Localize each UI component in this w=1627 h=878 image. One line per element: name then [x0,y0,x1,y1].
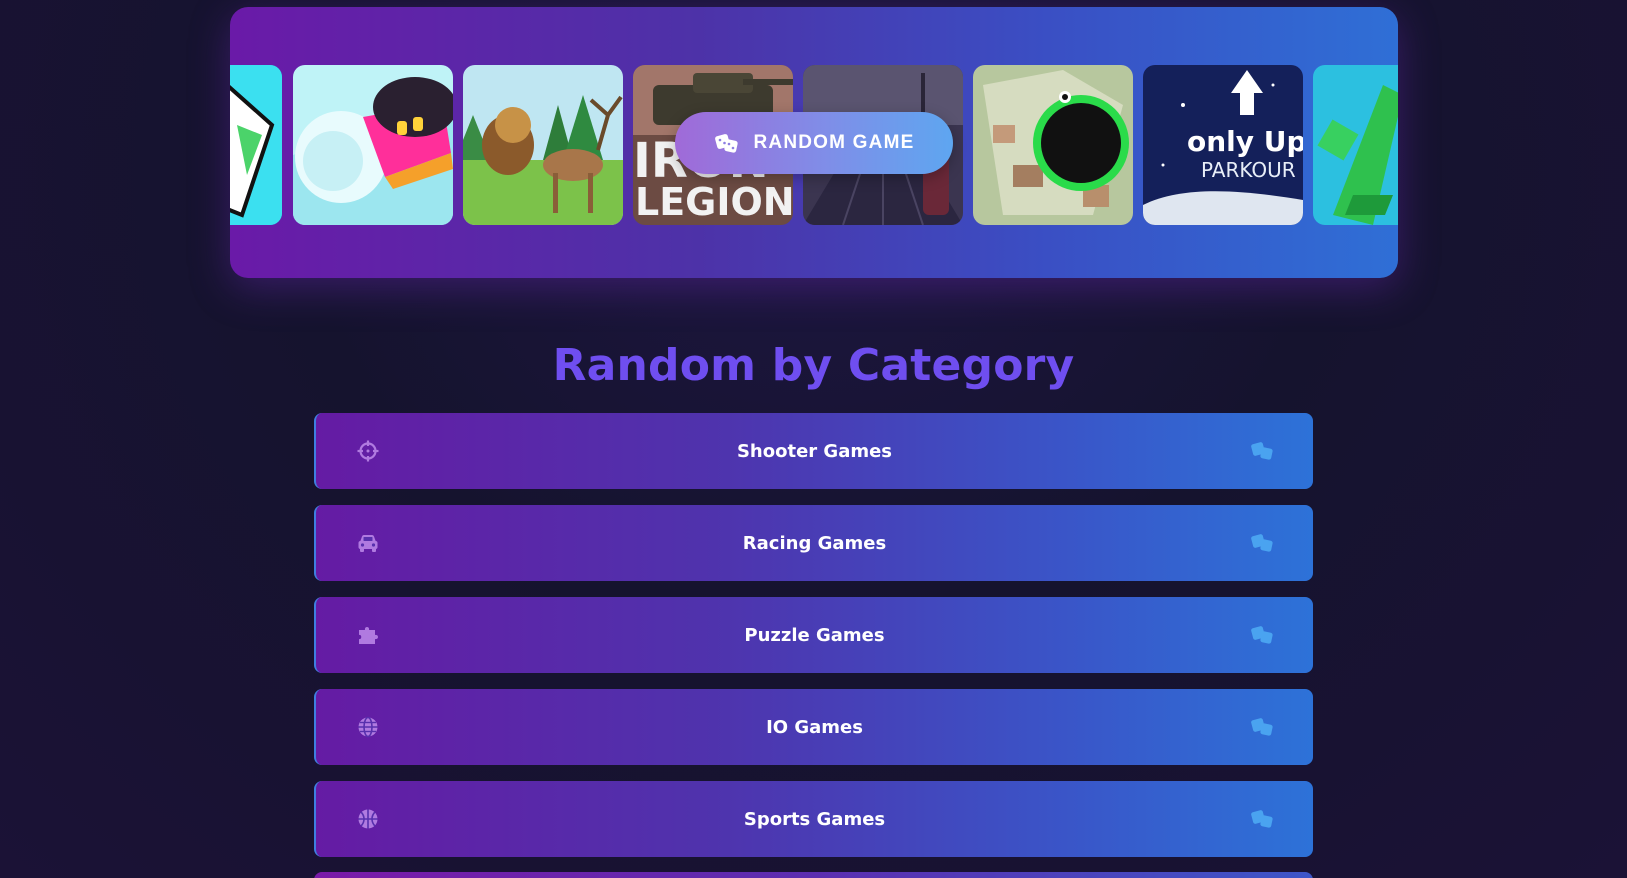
basketball-icon [358,809,378,829]
game-thumbnail-art [463,65,623,225]
random-game-label: RANDOM GAME [753,132,915,153]
dice-icon [714,134,738,153]
game-thumbnail[interactable] [1313,65,1398,225]
category-next-item-partial[interactable] [314,872,1313,878]
thumb-caption-line2: LEGION [635,180,793,224]
category-label: Shooter Games [736,440,893,462]
dice-icon [1251,718,1273,736]
globe-icon [358,716,378,738]
category-label: Sports Games [743,808,886,830]
category-label: Puzzle Games [744,624,885,646]
game-thumbnail[interactable] [230,65,282,225]
game-thumbnail-art [1313,65,1398,225]
game-thumbnail-art [230,65,282,225]
category-io-games[interactable]: IO Games [314,689,1313,765]
category-sports-games[interactable]: Sports Games [314,781,1313,857]
thumb-caption-line1: only Up [1187,125,1303,158]
category-list: Shooter Games Racing Games Puzzle Games … [314,413,1313,873]
dice-icon [1251,534,1273,552]
section-title: Random by Category [552,340,1075,391]
category-puzzle-games[interactable]: Puzzle Games [314,597,1313,673]
game-thumbnail[interactable]: only Up PARKOUR [1143,65,1303,225]
category-racing-games[interactable]: Racing Games [314,505,1313,581]
thumb-caption-line2: PARKOUR [1201,158,1296,182]
game-thumbnail-art [973,65,1133,225]
game-thumbnail-art [293,65,453,225]
game-carousel: IRON LEGION [230,7,1398,278]
game-thumbnail[interactable] [973,65,1133,225]
game-thumbnail[interactable] [463,65,623,225]
dice-icon [1251,810,1273,828]
crosshair-icon [357,440,379,462]
game-thumbnail-art: only Up PARKOUR [1143,65,1303,225]
page: IRON LEGION [0,0,1627,878]
category-label: Racing Games [742,532,887,554]
random-game-button[interactable]: RANDOM GAME [675,112,953,174]
dice-icon [1251,442,1273,460]
puzzle-piece-icon [359,627,378,644]
category-shooter-games[interactable]: Shooter Games [314,413,1313,489]
category-label: IO Games [766,716,863,738]
game-thumbnail[interactable] [293,65,453,225]
car-icon [358,535,378,552]
dice-icon [1251,626,1273,644]
